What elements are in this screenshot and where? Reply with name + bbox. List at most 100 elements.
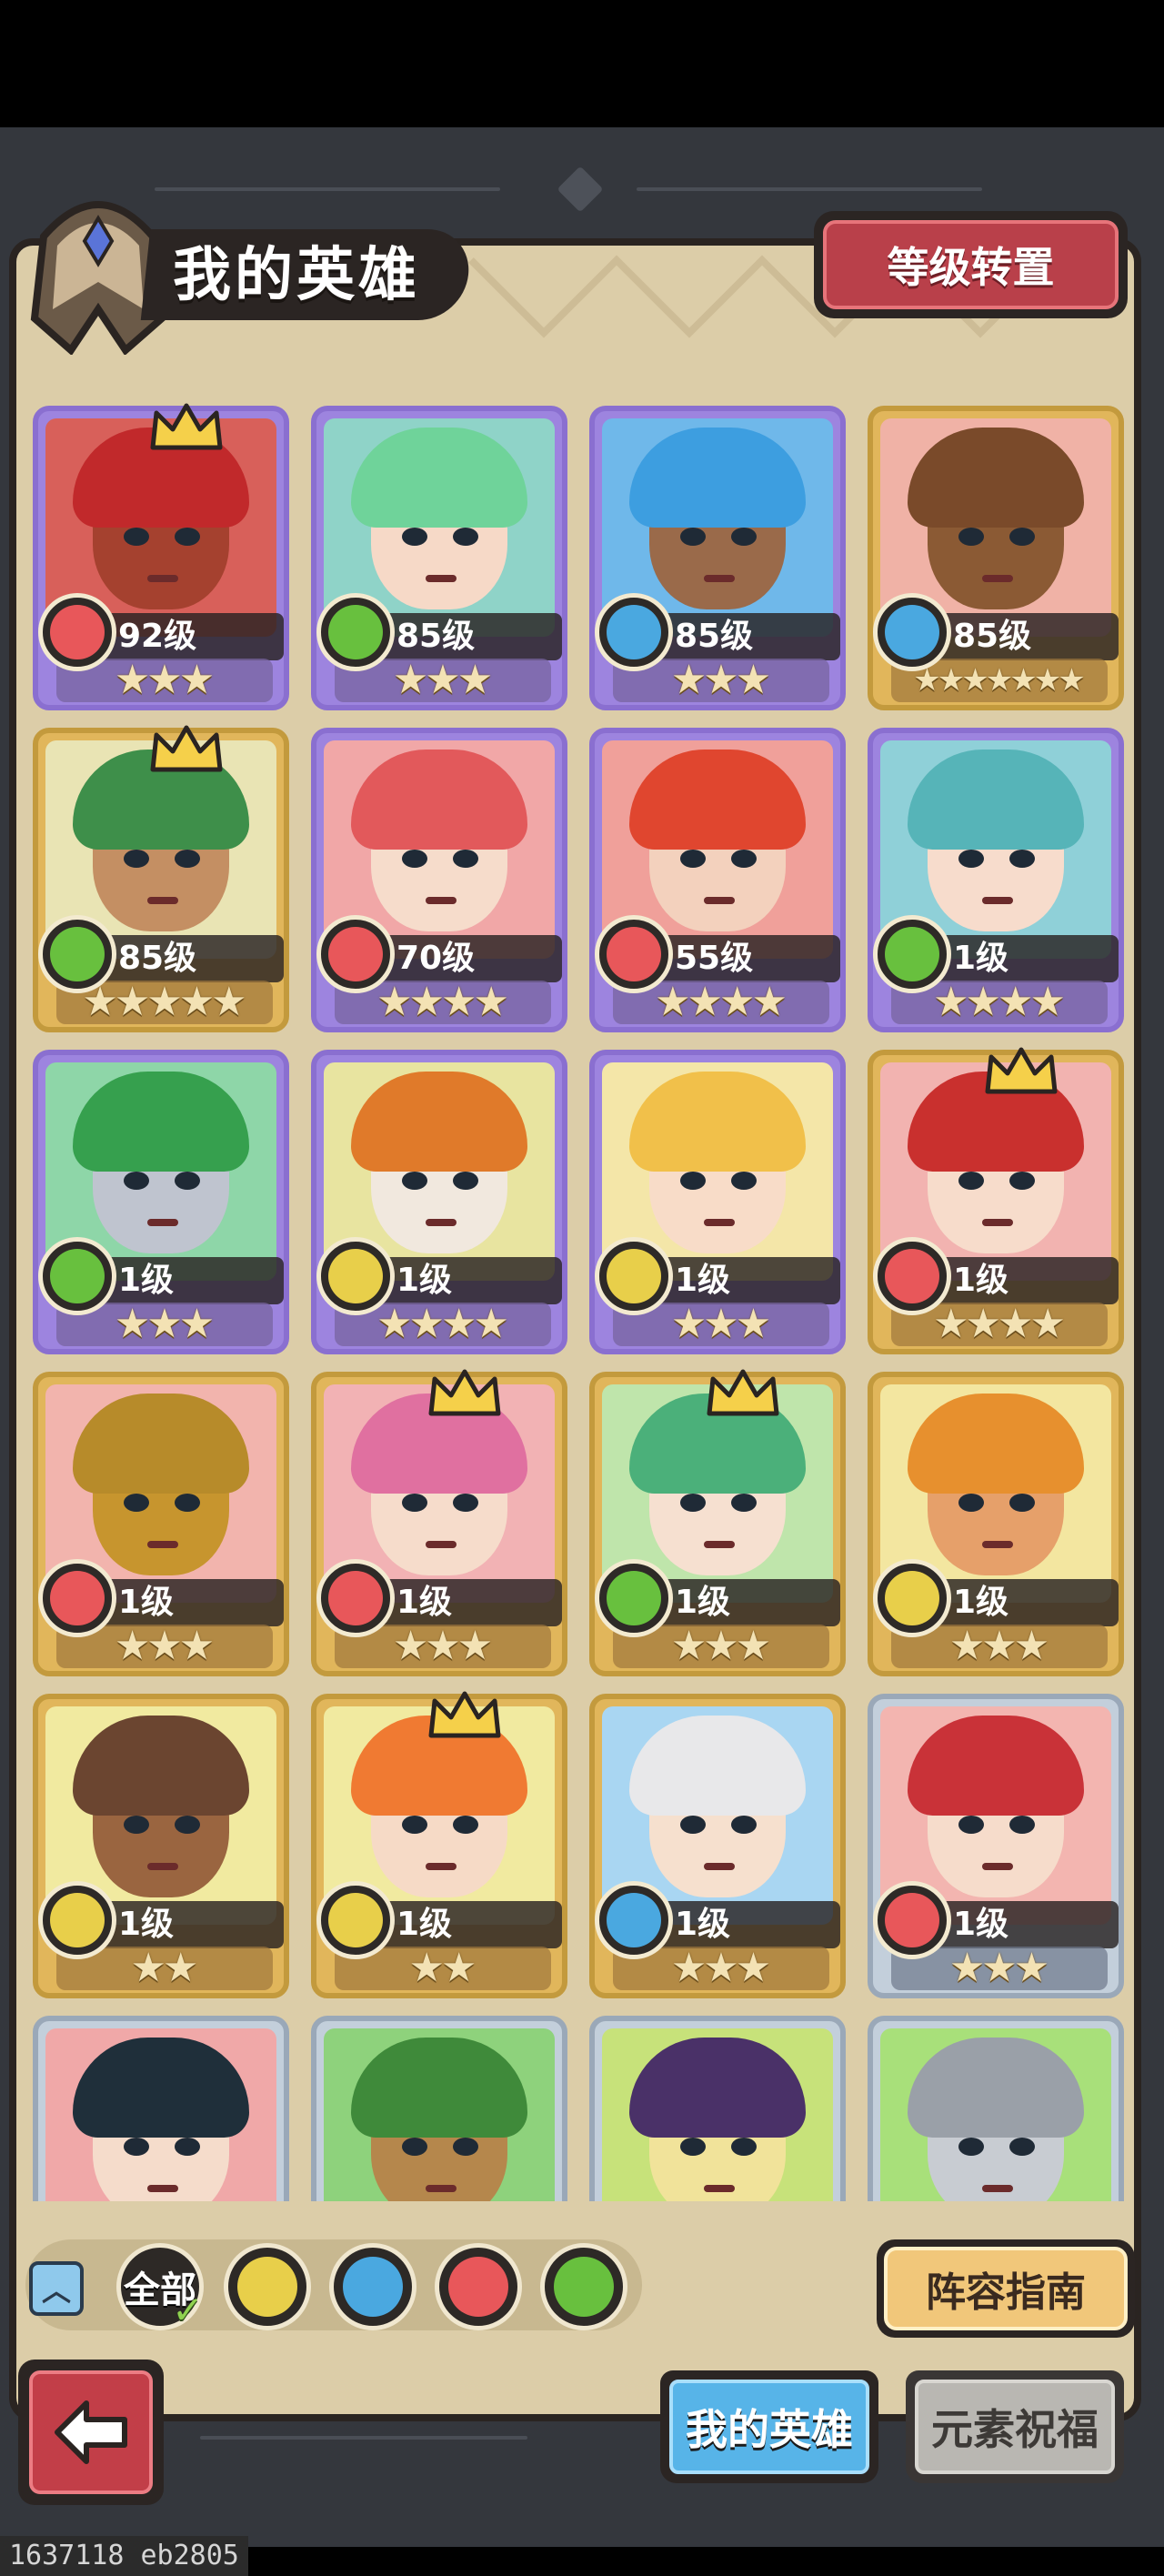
hero-eye — [1009, 2138, 1035, 2156]
level-transfer-button[interactable]: 等级转置 — [814, 211, 1128, 318]
star-icon: ★ — [751, 979, 788, 1025]
star-icon: ★ — [735, 1301, 772, 1347]
filter-earth-button[interactable] — [224, 2243, 311, 2330]
back-button[interactable] — [18, 2360, 164, 2505]
hero-hair — [629, 750, 806, 850]
hero-eye — [402, 1494, 427, 1512]
hero-card[interactable]: 1级 ★ ★ — [33, 1694, 289, 1998]
hero-card[interactable]: 1级 ★ ★ ★ — [589, 1369, 846, 1676]
star-icon: ★ — [933, 1301, 969, 1347]
star-icon: ★ — [473, 979, 509, 1025]
hero-card[interactable]: 1级 ★ ★ ★ — [589, 1050, 846, 1354]
hero-mouth — [982, 1863, 1013, 1870]
filter-all-button[interactable]: 全部 ✓ — [116, 2243, 204, 2332]
hero-card[interactable] — [589, 2016, 846, 2201]
hero-eye — [1009, 1172, 1035, 1190]
hero-eye — [731, 528, 757, 546]
level-transfer-label: 等级转置 — [823, 220, 1119, 309]
hero-eye — [731, 1172, 757, 1190]
hero-eye — [124, 1816, 149, 1834]
hero-hair — [73, 1394, 249, 1494]
hero-level: 1级 — [953, 1262, 1009, 1299]
hero-card[interactable]: 70级 ★ ★ ★ ★ — [311, 728, 567, 1032]
hero-eye — [175, 1172, 200, 1190]
star-icon: ★ — [211, 979, 247, 1025]
hero-portrait — [324, 2028, 555, 2201]
hero-card[interactable]: 1级 ★ ★ — [311, 1691, 567, 1998]
hero-level: 1级 — [118, 1262, 175, 1299]
water-element-icon — [873, 593, 951, 671]
hero-card[interactable]: 1级 ★ ★ ★ — [33, 1050, 289, 1354]
hero-mouth — [704, 1541, 735, 1548]
earth-element-icon — [316, 1237, 395, 1315]
star-icon: ★ — [114, 657, 151, 703]
filter-water-button[interactable] — [329, 2243, 416, 2330]
hero-card[interactable]: 1级 ★ ★ ★ — [589, 1694, 846, 1998]
star-icon: ★ — [948, 1623, 986, 1669]
tab-element-blessing[interactable]: 元素祝福 — [906, 2370, 1124, 2483]
hero-portrait — [880, 2028, 1111, 2201]
hero-level: 1级 — [118, 1584, 175, 1621]
hero-card[interactable]: 1级 ★ ★ ★ — [33, 1372, 289, 1676]
tab-my-heroes[interactable]: 我的英雄 — [660, 2370, 878, 2483]
earth-element-icon — [873, 1559, 951, 1637]
hero-card[interactable]: 85级 ★ ★ ★ — [589, 406, 846, 710]
hero-card[interactable]: 1级 ★ ★ ★ — [868, 1694, 1124, 1998]
hero-hair — [351, 750, 527, 850]
hero-card[interactable] — [868, 2016, 1124, 2201]
star-icon: ★ — [998, 979, 1034, 1025]
hero-mouth — [982, 1219, 1013, 1226]
hero-eye — [124, 1494, 149, 1512]
filter-fire-button[interactable] — [435, 2243, 522, 2330]
hero-grid: 92级 ★ ★ ★ 85级 ★ ★ ★ 85级 ★ ★ ★ 85级 ★ ★ ★ ★ ★ ★ ★ 85级 ★ ★ ★ ★ ★ 70级 ★… — [27, 400, 1137, 2201]
lineup-guide-button[interactable]: 阵容指南 — [877, 2239, 1135, 2338]
star-icon: ★ — [441, 1945, 477, 1991]
hero-level: 1级 — [953, 1584, 1009, 1621]
hero-card[interactable]: 1级 ★ ★ ★ — [868, 1372, 1124, 1676]
hero-card[interactable]: 1级 ★ ★ ★ ★ — [311, 1050, 567, 1354]
hero-card[interactable]: 1级 ★ ★ ★ ★ — [868, 1047, 1124, 1354]
crown-icon — [150, 403, 223, 450]
filter-wind-button[interactable] — [540, 2243, 627, 2330]
star-icon: ★ — [670, 657, 707, 703]
hero-card[interactable]: 85级 ★ ★ ★ — [311, 406, 567, 710]
collapse-filter-button[interactable]: ︿ — [29, 2261, 84, 2316]
hero-mouth — [147, 897, 178, 904]
star-icon: ★ — [1013, 1945, 1050, 1991]
hero-hair — [908, 428, 1084, 528]
page-title: 我的英雄 — [173, 242, 420, 309]
fire-element-icon — [38, 1559, 116, 1637]
hero-eye — [124, 850, 149, 868]
hero-card[interactable] — [311, 2016, 567, 2201]
water-element-icon — [343, 2257, 403, 2317]
star-icon: ★ — [408, 979, 445, 1025]
hero-eye — [124, 528, 149, 546]
hero-eye — [453, 1172, 478, 1190]
hero-card[interactable]: 1级 ★ ★ ★ — [311, 1369, 567, 1676]
star-icon: ★ — [114, 1301, 151, 1347]
hero-eye — [958, 850, 984, 868]
bg-line — [155, 187, 500, 191]
hero-level: 1级 — [953, 940, 1009, 977]
hero-eye — [124, 2138, 149, 2156]
hero-hair — [629, 1716, 806, 1816]
hero-card[interactable] — [33, 2016, 289, 2201]
hero-level: 85级 — [675, 618, 754, 655]
hero-mouth — [426, 1541, 457, 1548]
hero-card[interactable]: 55级 ★ ★ ★ ★ — [589, 728, 846, 1032]
hero-level: 1级 — [396, 1906, 453, 1943]
hero-card[interactable]: 92级 ★ ★ ★ — [33, 403, 289, 710]
hero-eye — [175, 850, 200, 868]
hero-card[interactable]: 85级 ★ ★ ★ ★ ★ ★ ★ — [868, 406, 1124, 710]
hero-card[interactable]: 1级 ★ ★ ★ ★ — [868, 728, 1124, 1032]
hero-hair — [351, 428, 527, 528]
hero-level: 92级 — [118, 618, 197, 655]
hero-card[interactable]: 85级 ★ ★ ★ ★ ★ — [33, 725, 289, 1032]
star-icon: ★ — [146, 979, 183, 1025]
hero-level: 55级 — [675, 940, 754, 977]
star-icon: ★ — [114, 979, 151, 1025]
star-icon: ★ — [735, 657, 772, 703]
star-icon: ★ — [981, 1945, 1018, 1991]
hero-hair — [629, 1072, 806, 1172]
star-icon: ★ — [703, 1623, 739, 1669]
